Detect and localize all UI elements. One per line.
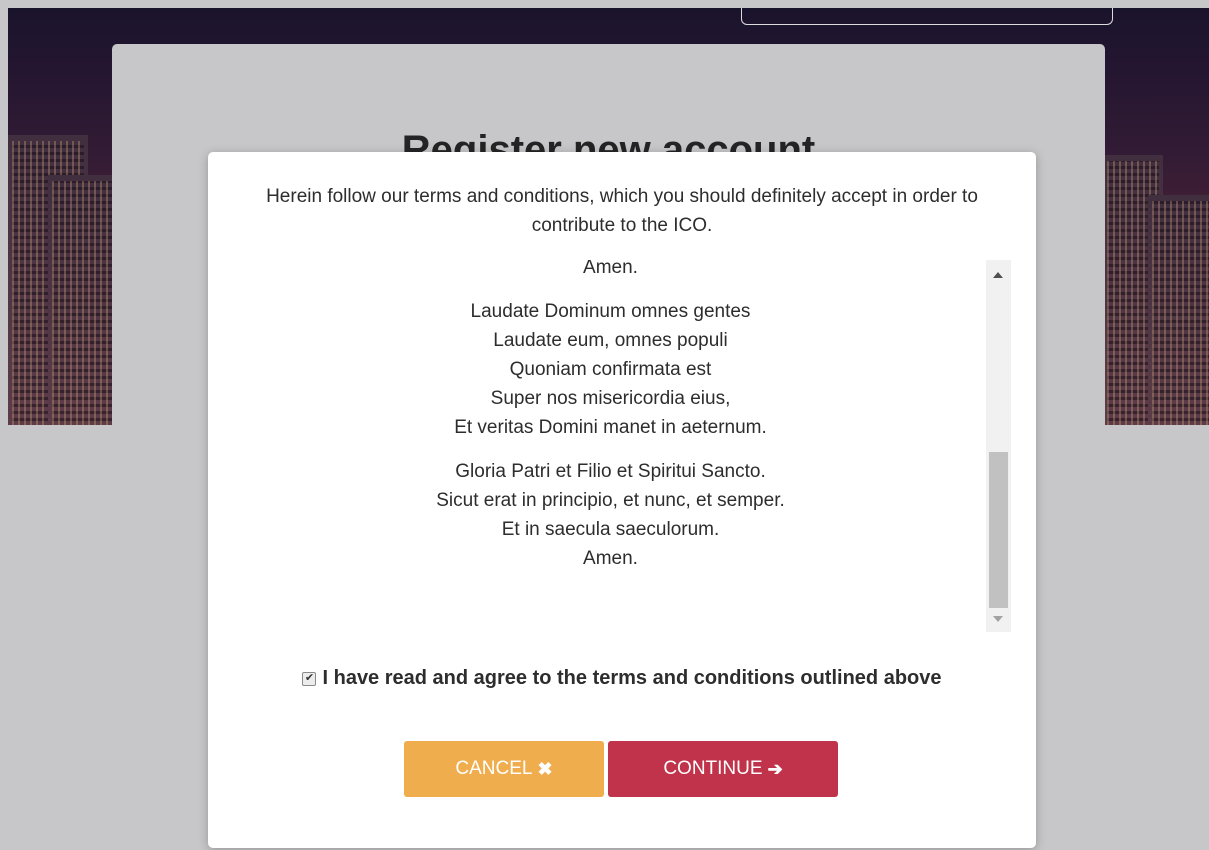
close-icon: ✖	[537, 758, 553, 779]
terms-paragraph: Laudate Dominum omnes gentes Laudate eum…	[238, 297, 983, 442]
terms-line: Laudate eum, omnes populi	[493, 330, 728, 351]
terms-intro-text: Herein follow our terms and conditions, …	[266, 186, 978, 236]
arrow-right-icon: ➔	[767, 758, 783, 779]
agree-terms-row[interactable]: ✔ I have read and agree to the terms and…	[208, 667, 1036, 690]
terms-line: Amen.	[583, 260, 638, 278]
terms-paragraph: Gloria Patri et Filio et Spiritui Sancto…	[238, 457, 983, 573]
terms-modal: Herein follow our terms and conditions, …	[208, 152, 1036, 848]
continue-button-label: CONTINUE	[663, 758, 763, 779]
terms-line: Super nos misericordia eius,	[490, 388, 731, 409]
scrollbar-thumb[interactable]	[989, 452, 1008, 608]
terms-content: Amen. Laudate Dominum omnes gentes Lauda…	[238, 260, 983, 588]
agree-terms-label: I have read and agree to the terms and c…	[322, 667, 942, 689]
terms-line: Et in saecula saeculorum.	[501, 519, 720, 540]
terms-scrollbar[interactable]	[986, 260, 1011, 632]
terms-line: Et veritas Domini manet in aeternum.	[454, 417, 767, 438]
terms-line: Gloria Patri et Filio et Spiritui Sancto…	[455, 461, 766, 482]
terms-paragraph: Amen.	[238, 260, 983, 282]
continue-button[interactable]: CONTINUE ➔	[608, 741, 838, 797]
terms-line: Laudate Dominum omnes gentes	[470, 301, 751, 322]
terms-line: Sicut erat in principio, et nunc, et sem…	[436, 490, 785, 511]
scroll-up-arrow-icon[interactable]	[993, 272, 1003, 278]
terms-scroll-area[interactable]: Amen. Laudate Dominum omnes gentes Lauda…	[238, 260, 1011, 632]
terms-line: Quoniam confirmata est	[509, 359, 712, 380]
terms-line: Amen.	[583, 548, 638, 569]
check-icon: ✔	[304, 672, 315, 684]
header-outline-box	[741, 8, 1113, 25]
scroll-down-arrow-icon[interactable]	[993, 616, 1003, 622]
cancel-button[interactable]: CANCEL ✖	[404, 741, 604, 797]
agree-terms-checkbox[interactable]: ✔	[302, 671, 317, 686]
cancel-button-label: CANCEL	[455, 758, 533, 779]
